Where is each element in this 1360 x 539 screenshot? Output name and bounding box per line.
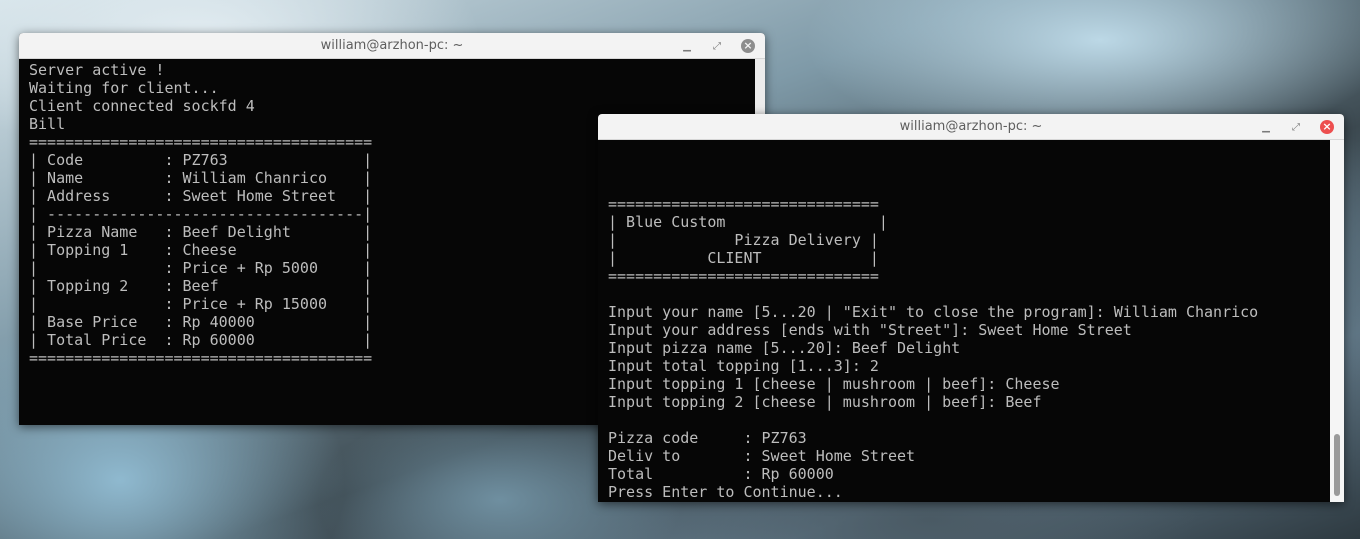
maximize-icon[interactable]: ⤢ xyxy=(710,39,724,53)
terminal-line: Input your address [ends with "Street"]:… xyxy=(608,321,1132,339)
client-scrollbar-thumb[interactable] xyxy=(1334,434,1340,496)
terminal-line: Client connected sockfd 4 xyxy=(29,97,255,115)
minimize-icon[interactable]: ▁ xyxy=(1259,120,1273,134)
server-window-titlebar[interactable]: william@arzhon-pc: ~ ▁ ⤢ × xyxy=(19,33,765,59)
terminal-line: | Blue Custom | xyxy=(608,213,888,231)
terminal-line: ============================== xyxy=(608,267,879,285)
server-window-title: william@arzhon-pc: ~ xyxy=(320,38,464,53)
client-window-titlebar[interactable]: william@arzhon-pc: ~ ▁ ⤢ × xyxy=(598,114,1344,140)
minimize-icon[interactable]: ▁ xyxy=(680,39,694,53)
terminal-line: Server active ! xyxy=(29,61,165,79)
terminal-line: Input topping 2 [cheese | mushroom | bee… xyxy=(608,393,1042,411)
terminal-line: | CLIENT | xyxy=(608,249,879,267)
close-icon[interactable]: × xyxy=(741,39,755,53)
terminal-line: Waiting for client... xyxy=(29,79,219,97)
terminal-line: Input total topping [1...3]: 2 xyxy=(608,357,879,375)
client-window-title: william@arzhon-pc: ~ xyxy=(899,119,1043,134)
terminal-line: ============================== xyxy=(608,195,879,213)
client-terminal-lines: ============================== | Blue Cus… xyxy=(608,140,1344,501)
terminal-line: | Pizza Delivery | xyxy=(608,231,879,249)
client-terminal-window[interactable]: william@arzhon-pc: ~ ▁ ⤢ × =============… xyxy=(598,114,1344,502)
client-scrollbar[interactable] xyxy=(1330,140,1344,502)
maximize-icon[interactable]: ⤢ xyxy=(1289,120,1303,134)
terminal-line: Input pizza name [5...20]: Beef Delight xyxy=(608,339,961,357)
terminal-line: Pizza code : PZ763 xyxy=(608,429,807,447)
terminal-line: Press Enter to Continue... xyxy=(608,483,843,501)
terminal-line: Input topping 1 [cheese | mushroom | bee… xyxy=(608,375,1060,393)
terminal-line: Deliv to : Sweet Home Street xyxy=(608,447,916,465)
terminal-line: Input your name [5...20 | "Exit" to clos… xyxy=(608,303,1259,321)
terminal-line: Total : Rp 60000 xyxy=(608,465,834,483)
close-icon[interactable]: × xyxy=(1320,120,1334,134)
client-terminal-output[interactable]: ============================== | Blue Cus… xyxy=(598,140,1344,502)
